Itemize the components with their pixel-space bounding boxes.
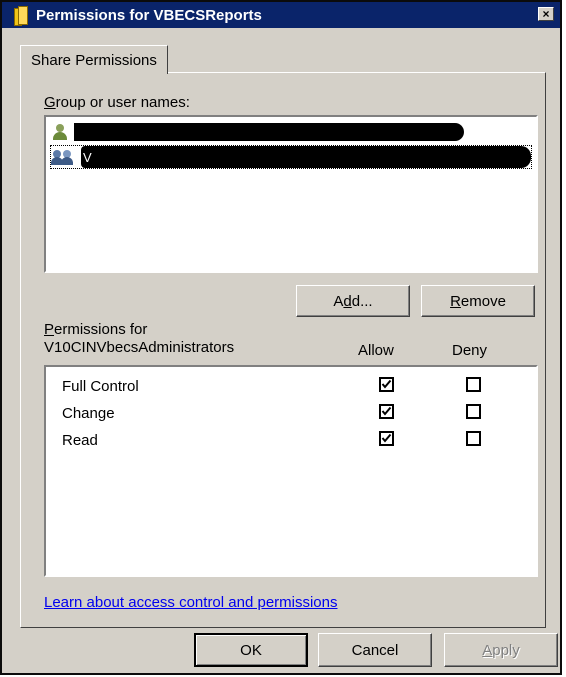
deny-change-checkbox[interactable]: [466, 404, 481, 419]
checkmark-icon: [381, 379, 392, 389]
allow-read-checkbox[interactable]: [379, 431, 394, 446]
permission-name: Full Control: [62, 378, 139, 395]
close-button[interactable]: ×: [538, 7, 554, 21]
tab-share-permissions[interactable]: Share Permissions: [20, 45, 168, 74]
title-bar[interactable]: Permissions for VBECSReports ×: [2, 2, 560, 28]
checkmark-icon: [381, 406, 392, 416]
allow-column-header: Allow: [358, 342, 394, 359]
permission-row-change: Change: [62, 402, 522, 426]
permission-name: Change: [62, 405, 115, 422]
user-icon: [52, 124, 70, 140]
redacted-group-name: V: [81, 146, 531, 168]
cancel-button[interactable]: Cancel: [318, 633, 432, 667]
deny-read-checkbox[interactable]: [466, 431, 481, 446]
allow-change-checkbox[interactable]: [379, 404, 394, 419]
redacted-user-name: [74, 123, 464, 141]
tab-label: Share Permissions: [31, 51, 157, 69]
window-title: Permissions for VBECSReports: [36, 6, 262, 24]
remove-button[interactable]: Remove: [421, 285, 535, 317]
group-icon: [51, 149, 77, 165]
ok-button[interactable]: OK: [194, 633, 308, 667]
permissions-principal-label: V10CINVbecsAdministrators: [44, 339, 235, 356]
deny-full-control-checkbox[interactable]: [466, 377, 481, 392]
permission-name: Read: [62, 432, 98, 449]
close-icon: ×: [542, 7, 550, 21]
deny-column-header: Deny: [452, 342, 488, 359]
group-names-label: Group or user names:: [44, 94, 190, 111]
permissions-for-label: Permissions for: [44, 321, 148, 338]
permissions-list: Full Control Change Read: [44, 365, 538, 577]
folder-share-icon: [14, 6, 28, 26]
permission-row-full-control: Full Control: [62, 375, 522, 399]
group-user-list[interactable]: V: [44, 115, 538, 273]
allow-full-control-checkbox[interactable]: [379, 377, 394, 392]
list-item[interactable]: V: [50, 145, 532, 169]
list-item[interactable]: [52, 121, 464, 143]
access-control-help-link[interactable]: Learn about access control and permissio…: [44, 594, 338, 611]
permission-row-read: Read: [62, 429, 522, 453]
checkmark-icon: [381, 433, 392, 443]
apply-button[interactable]: Apply: [444, 633, 558, 667]
add-button[interactable]: Ad d...: [296, 285, 410, 317]
